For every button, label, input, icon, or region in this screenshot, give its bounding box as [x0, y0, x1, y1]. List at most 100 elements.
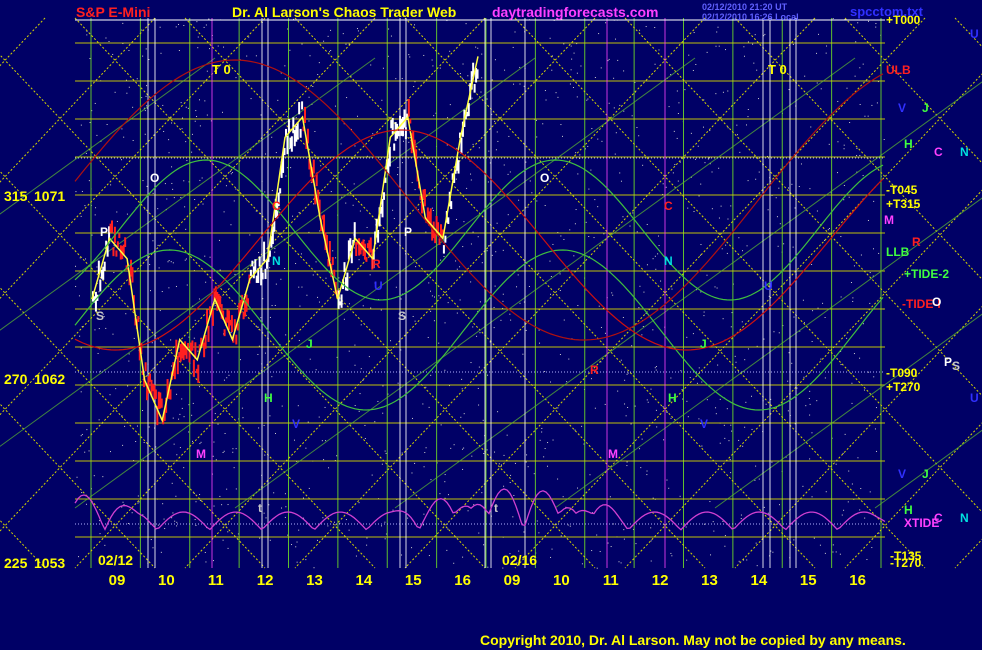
star-dot — [550, 381, 552, 383]
price-bar — [251, 260, 254, 267]
star-dot — [158, 267, 160, 269]
star-dot — [312, 274, 314, 276]
star-dot — [132, 139, 134, 141]
star-dot — [856, 155, 858, 157]
star-dot — [428, 406, 430, 408]
star-dot — [463, 447, 465, 449]
star-dot — [395, 286, 397, 288]
star-dot — [746, 245, 748, 247]
star-dot — [482, 419, 484, 421]
star-dot — [440, 424, 442, 426]
star-dot — [415, 266, 417, 268]
star-dot — [755, 542, 757, 544]
star-dot — [472, 326, 474, 328]
timestamp-local: 02/12/2010 16:26 Local — [702, 12, 799, 22]
star-dot — [852, 297, 854, 299]
star-dot — [825, 52, 827, 54]
lattice-line — [714, 313, 982, 509]
star-dot — [857, 22, 859, 24]
star-dot — [249, 234, 251, 236]
far-right-letter: V — [898, 101, 906, 115]
star-dot — [315, 369, 317, 371]
star-dot — [354, 405, 356, 407]
star-dot — [149, 264, 151, 266]
star-dot — [508, 135, 510, 137]
star-dot — [607, 60, 609, 62]
star-dot — [751, 428, 753, 430]
star-dot — [295, 117, 297, 119]
star-dot — [343, 318, 345, 320]
star-dot — [295, 546, 297, 548]
lattice-line — [0, 519, 46, 569]
right-legend-label: -T045 — [886, 183, 918, 197]
price-bar — [312, 159, 315, 174]
star-dot — [862, 323, 864, 325]
far-right-letter: P — [944, 355, 952, 369]
star-dot — [217, 423, 219, 425]
star-dot — [702, 126, 704, 128]
star-dot — [569, 83, 571, 85]
star-dot — [348, 529, 350, 531]
star-dot — [652, 329, 654, 331]
price-bar — [144, 362, 147, 372]
star-dot — [832, 18, 834, 20]
star-dot — [402, 140, 404, 142]
price-bar — [211, 310, 214, 326]
star-dot — [433, 320, 435, 322]
star-dot — [358, 259, 360, 261]
star-dot — [335, 257, 337, 259]
star-dot — [444, 481, 446, 483]
lattice-line — [844, 422, 982, 569]
star-dot — [472, 231, 474, 233]
star-dot — [549, 260, 551, 262]
star-dot — [597, 206, 599, 208]
price-bar — [403, 109, 406, 128]
star-dot — [96, 266, 98, 268]
star-dot — [883, 138, 885, 140]
star-dot — [112, 333, 114, 335]
star-dot — [348, 350, 350, 352]
star-dot — [390, 340, 392, 342]
star-dot — [217, 352, 219, 354]
star-dot — [843, 148, 845, 150]
price-bar — [391, 117, 394, 135]
star-dot — [135, 441, 137, 443]
star-dot — [199, 443, 201, 445]
star-dot — [233, 467, 235, 469]
star-dot — [167, 261, 169, 263]
star-dot — [632, 212, 634, 214]
right-legend-label: -T090 — [886, 366, 918, 380]
star-dot — [137, 495, 139, 497]
site-link[interactable]: daytradingforecasts.com — [492, 4, 659, 20]
star-dot — [600, 326, 602, 328]
star-dot — [810, 126, 812, 128]
event-marker: P — [100, 225, 108, 239]
star-dot — [472, 143, 474, 145]
star-dot — [819, 544, 821, 546]
star-dot — [809, 390, 811, 392]
star-dot — [569, 229, 571, 231]
star-dot — [321, 440, 323, 442]
star-dot — [573, 52, 575, 54]
star-dot — [264, 352, 266, 354]
star-dot — [747, 108, 749, 110]
star-dot — [825, 491, 827, 493]
star-dot — [320, 165, 322, 167]
star-dot — [711, 171, 713, 173]
star-dot — [401, 554, 403, 556]
star-dot — [395, 78, 397, 80]
star-dot — [722, 318, 724, 320]
star-dot — [551, 69, 553, 71]
star-dot — [643, 291, 645, 293]
star-dot — [194, 199, 196, 201]
star-dot — [726, 408, 728, 410]
star-dot — [85, 258, 87, 260]
star-dot — [191, 151, 193, 153]
star-dot — [481, 262, 483, 264]
star-dot — [275, 432, 276, 434]
star-dot — [366, 226, 368, 228]
star-dot — [875, 23, 877, 25]
star-dot — [685, 526, 687, 528]
star-dot — [191, 414, 193, 416]
star-dot — [299, 305, 301, 307]
